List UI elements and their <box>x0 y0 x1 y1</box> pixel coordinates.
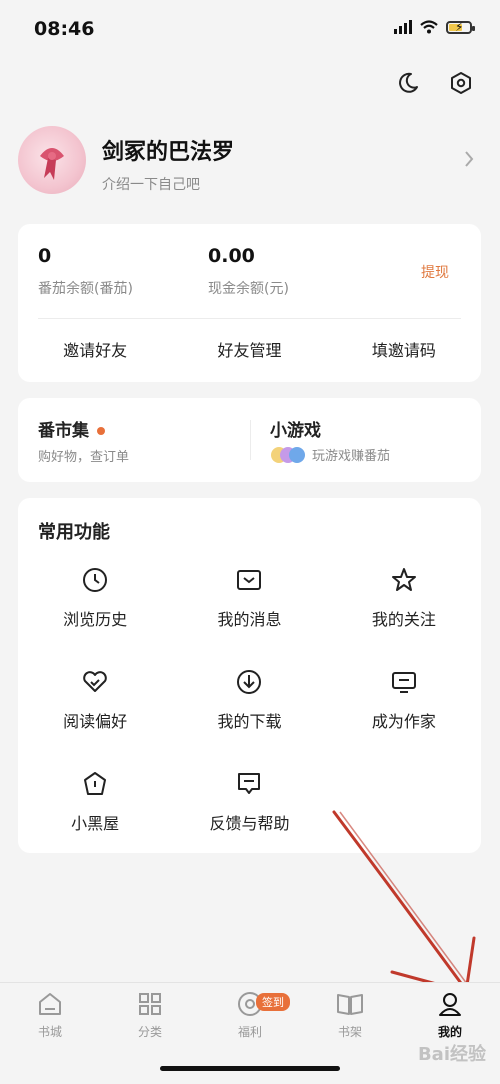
red-dot-badge <box>97 427 105 435</box>
promo-card: 番市集 购好物，查订单 小游戏 玩游戏赚番茄 <box>18 398 481 482</box>
bio-text[interactable]: 介绍一下自己吧 <box>102 174 200 194</box>
writer-icon <box>390 668 418 696</box>
mini-game-entry[interactable]: 玩游戏赚番茄 <box>270 445 390 464</box>
mini-game-subtitle: 玩游戏赚番茄 <box>312 449 391 464</box>
status-time: 08:46 <box>34 18 95 40</box>
status-icons: ⚡ <box>394 20 475 34</box>
bookshelf-icon <box>337 994 363 1015</box>
market-title: 番市集 <box>38 421 89 441</box>
divider <box>38 318 461 319</box>
history-label: 浏览历史 <box>63 610 128 629</box>
mini-game-title[interactable]: 小游戏 <box>270 416 321 441</box>
messages-item[interactable]: 我的消息 <box>172 566 326 630</box>
become-writer-label: 成为作家 <box>371 712 436 731</box>
avatar[interactable] <box>18 126 86 194</box>
downloads-item[interactable]: 我的下载 <box>172 668 326 732</box>
reading-preference-item[interactable]: 阅读偏好 <box>18 668 172 732</box>
cash-balance-value[interactable]: 0.00 <box>208 245 255 267</box>
game-avatars-icon <box>271 446 305 463</box>
tab-bookshelf[interactable]: 书架 <box>300 991 400 1040</box>
downloads-label: 我的下载 <box>217 712 282 731</box>
enter-invite-code-button[interactable]: 填邀请码 <box>327 337 481 361</box>
history-item[interactable]: 浏览历史 <box>18 566 172 630</box>
following-item[interactable]: 我的关注 <box>327 566 481 630</box>
feedback-item[interactable]: 反馈与帮助 <box>172 770 326 834</box>
tab-category[interactable]: 分类 <box>100 991 200 1040</box>
checkin-badge[interactable]: 签到 <box>256 993 290 1011</box>
username[interactable]: 剑冢的巴法罗 <box>102 134 234 166</box>
tab-welfare[interactable]: 签到 福利 <box>200 991 300 1040</box>
messages-label: 我的消息 <box>217 610 282 629</box>
manage-friends-button[interactable]: 好友管理 <box>172 337 326 361</box>
chevron-right-icon[interactable] <box>464 150 474 172</box>
battery-icon: ⚡ <box>446 20 475 34</box>
features-card: 常用功能 浏览历史 我的消息 我的关注 阅读偏好 我的下载 成为作家 小黑屋 反… <box>18 498 481 853</box>
balance-card: 0 番茄余额(番茄) 0.00 现金余额(元) 提现 邀请好友 好友管理 填邀请… <box>18 224 481 382</box>
blacklist-label: 小黑屋 <box>71 814 120 833</box>
tab-bookshelf-label: 书架 <box>337 1025 362 1039</box>
blacklist-item[interactable]: 小黑屋 <box>18 770 172 834</box>
settings-icon[interactable] <box>446 68 476 98</box>
night-mode-icon[interactable] <box>393 68 423 98</box>
tab-bookstore-label: 书城 <box>37 1025 62 1039</box>
feedback-label: 反馈与帮助 <box>209 814 290 833</box>
signal-icon <box>394 20 412 34</box>
tab-bookstore[interactable]: 书城 <box>0 991 100 1040</box>
home-indicator[interactable] <box>160 1066 340 1071</box>
features-title: 常用功能 <box>38 522 110 543</box>
following-label: 我的关注 <box>371 610 436 629</box>
market-entry[interactable]: 番市集 <box>38 416 105 441</box>
profile-icon <box>439 993 461 1016</box>
reading-preference-label: 阅读偏好 <box>63 712 128 731</box>
tab-mine[interactable]: 我的 <box>400 991 500 1040</box>
clock-icon <box>81 566 109 594</box>
house-icon <box>81 770 109 798</box>
tab-welfare-label: 福利 <box>237 1025 262 1039</box>
watermark: Bai经验 <box>417 1044 486 1065</box>
download-icon <box>235 668 263 696</box>
category-icon <box>139 993 161 1015</box>
message-icon <box>235 566 263 594</box>
divider <box>250 420 251 460</box>
heart-icon <box>81 668 109 696</box>
become-writer-item[interactable]: 成为作家 <box>327 668 481 732</box>
star-icon <box>390 566 418 594</box>
wifi-icon <box>420 20 438 34</box>
tab-category-label: 分类 <box>137 1025 162 1039</box>
bookstore-icon <box>39 993 61 1015</box>
tomato-balance-value[interactable]: 0 <box>38 245 51 267</box>
market-subtitle: 购好物，查订单 <box>38 450 130 465</box>
tomato-balance-label: 番茄余额(番茄) <box>38 281 133 297</box>
feedback-icon <box>235 770 263 798</box>
tab-mine-label: 我的 <box>437 1025 462 1039</box>
invite-friends-button[interactable]: 邀请好友 <box>18 337 172 361</box>
cash-balance-label: 现金余额(元) <box>208 281 289 297</box>
withdraw-button[interactable]: 提现 <box>421 262 449 282</box>
